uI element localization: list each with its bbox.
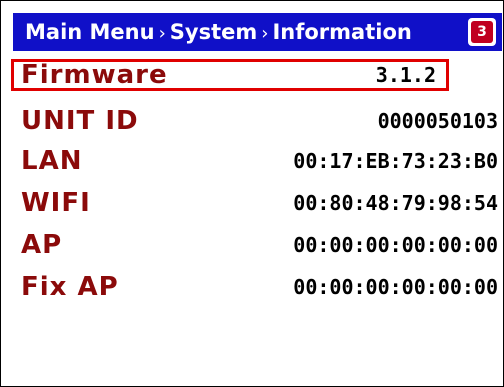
info-row-unit-id[interactable]: UNIT ID 0000050103 [21, 101, 498, 141]
info-label-ap: AP [21, 230, 63, 260]
info-label-wifi: WIFI [21, 188, 91, 218]
info-label-fix-ap: Fix AP [21, 272, 119, 302]
breadcrumb: Main Menu › System › Information [25, 13, 412, 51]
logo-mark: 3 [471, 21, 493, 43]
breadcrumb-system[interactable]: System [170, 20, 257, 44]
l3-logo-icon: 3 [468, 18, 496, 46]
info-value-wifi: 00:80:48:79:98:54 [293, 191, 498, 215]
info-row-firmware[interactable]: Firmware 3.1.2 [11, 59, 449, 91]
breadcrumb-information: Information [272, 20, 412, 44]
breadcrumb-main-menu[interactable]: Main Menu [25, 20, 155, 44]
info-row-lan[interactable]: LAN 00:17:EB:73:23:B0 [21, 141, 498, 181]
info-value-lan: 00:17:EB:73:23:B0 [293, 149, 498, 173]
info-value-firmware: 3.1.2 [375, 63, 436, 87]
device-screen: Main Menu › System › Information 3 Firmware … [0, 0, 504, 387]
breadcrumb-bar: Main Menu › System › Information 3 [13, 13, 502, 51]
info-row-ap[interactable]: AP 00:00:00:00:00:00 [21, 225, 498, 265]
info-label-firmware: Firmware [21, 60, 168, 90]
info-value-unit-id: 0000050103 [377, 109, 498, 133]
info-row-wifi[interactable]: WIFI 00:80:48:79:98:54 [21, 183, 498, 223]
breadcrumb-separator: › [158, 23, 166, 44]
info-value-fix-ap: 00:00:00:00:00:00 [293, 275, 498, 299]
info-label-unit-id: UNIT ID [21, 106, 139, 136]
breadcrumb-separator: › [261, 23, 269, 44]
info-row-fix-ap[interactable]: Fix AP 00:00:00:00:00:00 [21, 267, 498, 307]
info-label-lan: LAN [21, 146, 83, 176]
info-value-ap: 00:00:00:00:00:00 [293, 233, 498, 257]
